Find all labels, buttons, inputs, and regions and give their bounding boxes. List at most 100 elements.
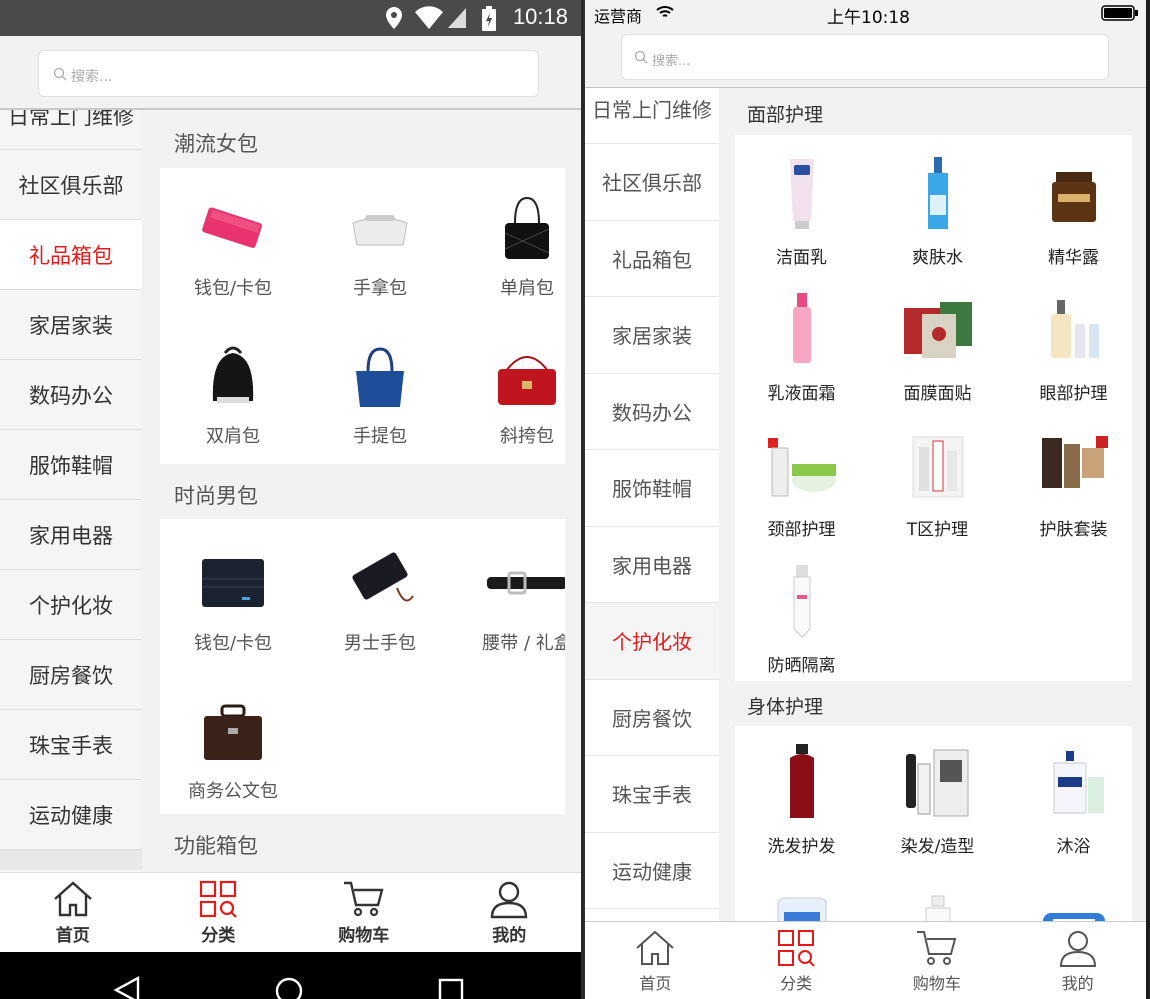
sidebar-item[interactable]: 服饰鞋帽 — [585, 450, 719, 527]
sidebar-item-active[interactable]: 礼品箱包 — [0, 220, 142, 290]
product-item[interactable]: 单肩包 — [462, 188, 565, 300]
sidebar-item-label: 礼品箱包 — [612, 247, 692, 272]
product-label: 斜挎包 — [500, 426, 554, 447]
product-item[interactable]: 沐浴 — [1011, 738, 1132, 857]
product-label: 单肩包 — [500, 278, 554, 299]
user-icon — [491, 881, 528, 919]
tab-category[interactable]: 分类 — [146, 873, 292, 952]
sidebar-item[interactable]: 珠宝手表 — [585, 756, 719, 833]
sidebar-item[interactable]: 日常上门维修 — [585, 88, 719, 144]
product-item[interactable]: 颈部护理 — [739, 421, 864, 540]
bottom-tab-bar: 首页 分类 购物车 我的 — [585, 921, 1147, 999]
section-title: 时尚男包 — [174, 484, 258, 508]
product-item[interactable]: 男士手包 — [315, 543, 445, 655]
android-nav-bar — [0, 952, 582, 999]
sidebar-item[interactable]: 厨房餐饮 — [0, 640, 142, 710]
product-item[interactable]: 洁面乳 — [739, 149, 864, 268]
product-item[interactable]: 护肤套装 — [1011, 421, 1132, 540]
android-phone: 10:18 搜索... 日常上门维修 社区俱乐部 礼品箱包 家居家装 数码办公 … — [0, 0, 582, 999]
status-bar: 运营商 上午10:18 — [585, 0, 1147, 28]
sidebar-item[interactable]: 社区俱乐部 — [585, 144, 719, 221]
search-input[interactable]: 搜索... — [621, 34, 1109, 80]
home-circle-icon[interactable] — [274, 976, 304, 999]
product-item[interactable]: 乳液面霜 — [739, 285, 864, 404]
tab-home[interactable]: 首页 — [0, 873, 146, 952]
sidebar-item-label: 日常上门维修 — [592, 98, 712, 122]
sidebar-item[interactable]: 运动健康 — [0, 780, 142, 850]
sidebar-item[interactable]: 数码办公 — [0, 360, 142, 430]
sidebar-item-label: 厨房餐饮 — [612, 706, 692, 731]
product-item[interactable]: 手拿包 — [315, 188, 445, 300]
t-zone-care-image — [912, 436, 963, 498]
sidebar-item[interactable]: 服饰鞋帽 — [0, 430, 142, 500]
product-item[interactable]: 商务公文包 — [168, 691, 298, 803]
home-icon — [53, 881, 92, 917]
sidebar-item[interactable]: 珠宝手表 — [0, 710, 142, 780]
tab-cart[interactable]: 购物车 — [291, 873, 437, 952]
sidebar-item[interactable]: 家用电器 — [0, 500, 142, 570]
sidebar-item[interactable]: 家用电器 — [585, 527, 719, 603]
user-icon — [1059, 930, 1096, 967]
product-item[interactable]: 防晒隔离 — [739, 557, 864, 676]
product-item[interactable]: 精华露 — [1011, 149, 1132, 268]
product-item[interactable] — [875, 880, 1000, 921]
product-label: 乳液面霜 — [767, 384, 836, 404]
product-item[interactable]: 眼部护理 — [1011, 285, 1132, 404]
recent-apps-icon[interactable] — [436, 976, 466, 999]
tab-label: 分类 — [201, 926, 236, 946]
sidebar-item[interactable]: 礼品箱包 — [585, 221, 719, 297]
product-item[interactable]: 手提包 — [315, 336, 445, 448]
product-item[interactable]: 钱包/卡包 — [168, 543, 298, 655]
sidebar-item-label: 珠宝手表 — [612, 783, 692, 808]
sidebar-item[interactable]: 数码办公 — [585, 374, 719, 450]
status-time: 10:18 — [512, 4, 568, 29]
sidebar-item[interactable]: 家居家装 — [585, 297, 719, 374]
product-item[interactable]: 斜挎包 — [462, 336, 565, 448]
sidebar-item-label: 厨房餐饮 — [29, 663, 113, 688]
face-mask-image — [903, 302, 972, 358]
sidebar-item-label: 个护化妆 — [612, 630, 692, 655]
product-item[interactable]: T区护理 — [875, 421, 1000, 540]
product-item[interactable] — [1011, 880, 1132, 921]
search-bar: 搜索... — [585, 26, 1147, 88]
tab-profile[interactable]: 我的 — [437, 873, 583, 952]
product-item[interactable]: 双肩包 — [168, 336, 298, 448]
search-placeholder: 搜索... — [652, 54, 691, 69]
tab-profile[interactable]: 我的 — [1007, 922, 1147, 999]
sidebar-item-label: 服饰鞋帽 — [29, 453, 113, 478]
tab-cart[interactable]: 购物车 — [867, 922, 1008, 999]
product-item[interactable]: 洗发护发 — [739, 738, 864, 857]
tab-category[interactable]: 分类 — [726, 922, 867, 999]
product-item[interactable] — [739, 880, 864, 921]
sidebar-item-label: 个护化妆 — [29, 593, 113, 618]
bottom-tab-bar: 首页 分类 购物车 我的 — [0, 872, 582, 952]
status-time: 上午10:18 — [827, 8, 910, 28]
product-item[interactable]: 面膜面贴 — [875, 285, 1000, 404]
belt-image — [487, 571, 565, 595]
sidebar-item[interactable]: 日常上门维修 — [0, 110, 142, 150]
category-content: 潮流女包 钱包/卡包 手拿包 单肩包 双肩包 手提包 斜挎包 时尚男包 钱包/卡… — [142, 110, 582, 872]
sidebar-item-label: 数码办公 — [29, 383, 113, 408]
battery-icon — [1101, 5, 1138, 21]
product-item[interactable]: 钱包/卡包 — [168, 188, 298, 300]
product-label: 护肤套装 — [1039, 520, 1108, 540]
category-icon — [778, 929, 815, 967]
product-item[interactable]: 爽肤水 — [875, 149, 1000, 268]
lotion-bottle-image — [925, 895, 950, 921]
sidebar-item[interactable]: 个护化妆 — [0, 570, 142, 640]
product-item[interactable]: 腰带 / 礼盒 — [462, 543, 565, 655]
section-title: 潮流女包 — [174, 132, 258, 156]
product-label: 洗发护发 — [767, 837, 836, 857]
sidebar-item-active[interactable]: 个护化妆 — [585, 603, 719, 680]
sidebar-item[interactable]: 运动健康 — [585, 833, 719, 909]
product-item[interactable]: 染发/造型 — [875, 738, 1000, 857]
sidebar-item-label: 家用电器 — [612, 553, 692, 578]
sidebar-item[interactable]: 厨房餐饮 — [585, 680, 719, 756]
product-label: 钱包/卡包 — [193, 633, 273, 654]
sidebar-item[interactable]: 家居家装 — [0, 290, 142, 360]
back-icon[interactable] — [112, 976, 142, 999]
sidebar-item[interactable]: 社区俱乐部 — [0, 150, 142, 220]
search-input[interactable]: 搜索... — [38, 50, 539, 97]
signal-icon — [448, 8, 466, 28]
tab-home[interactable]: 首页 — [585, 922, 726, 999]
